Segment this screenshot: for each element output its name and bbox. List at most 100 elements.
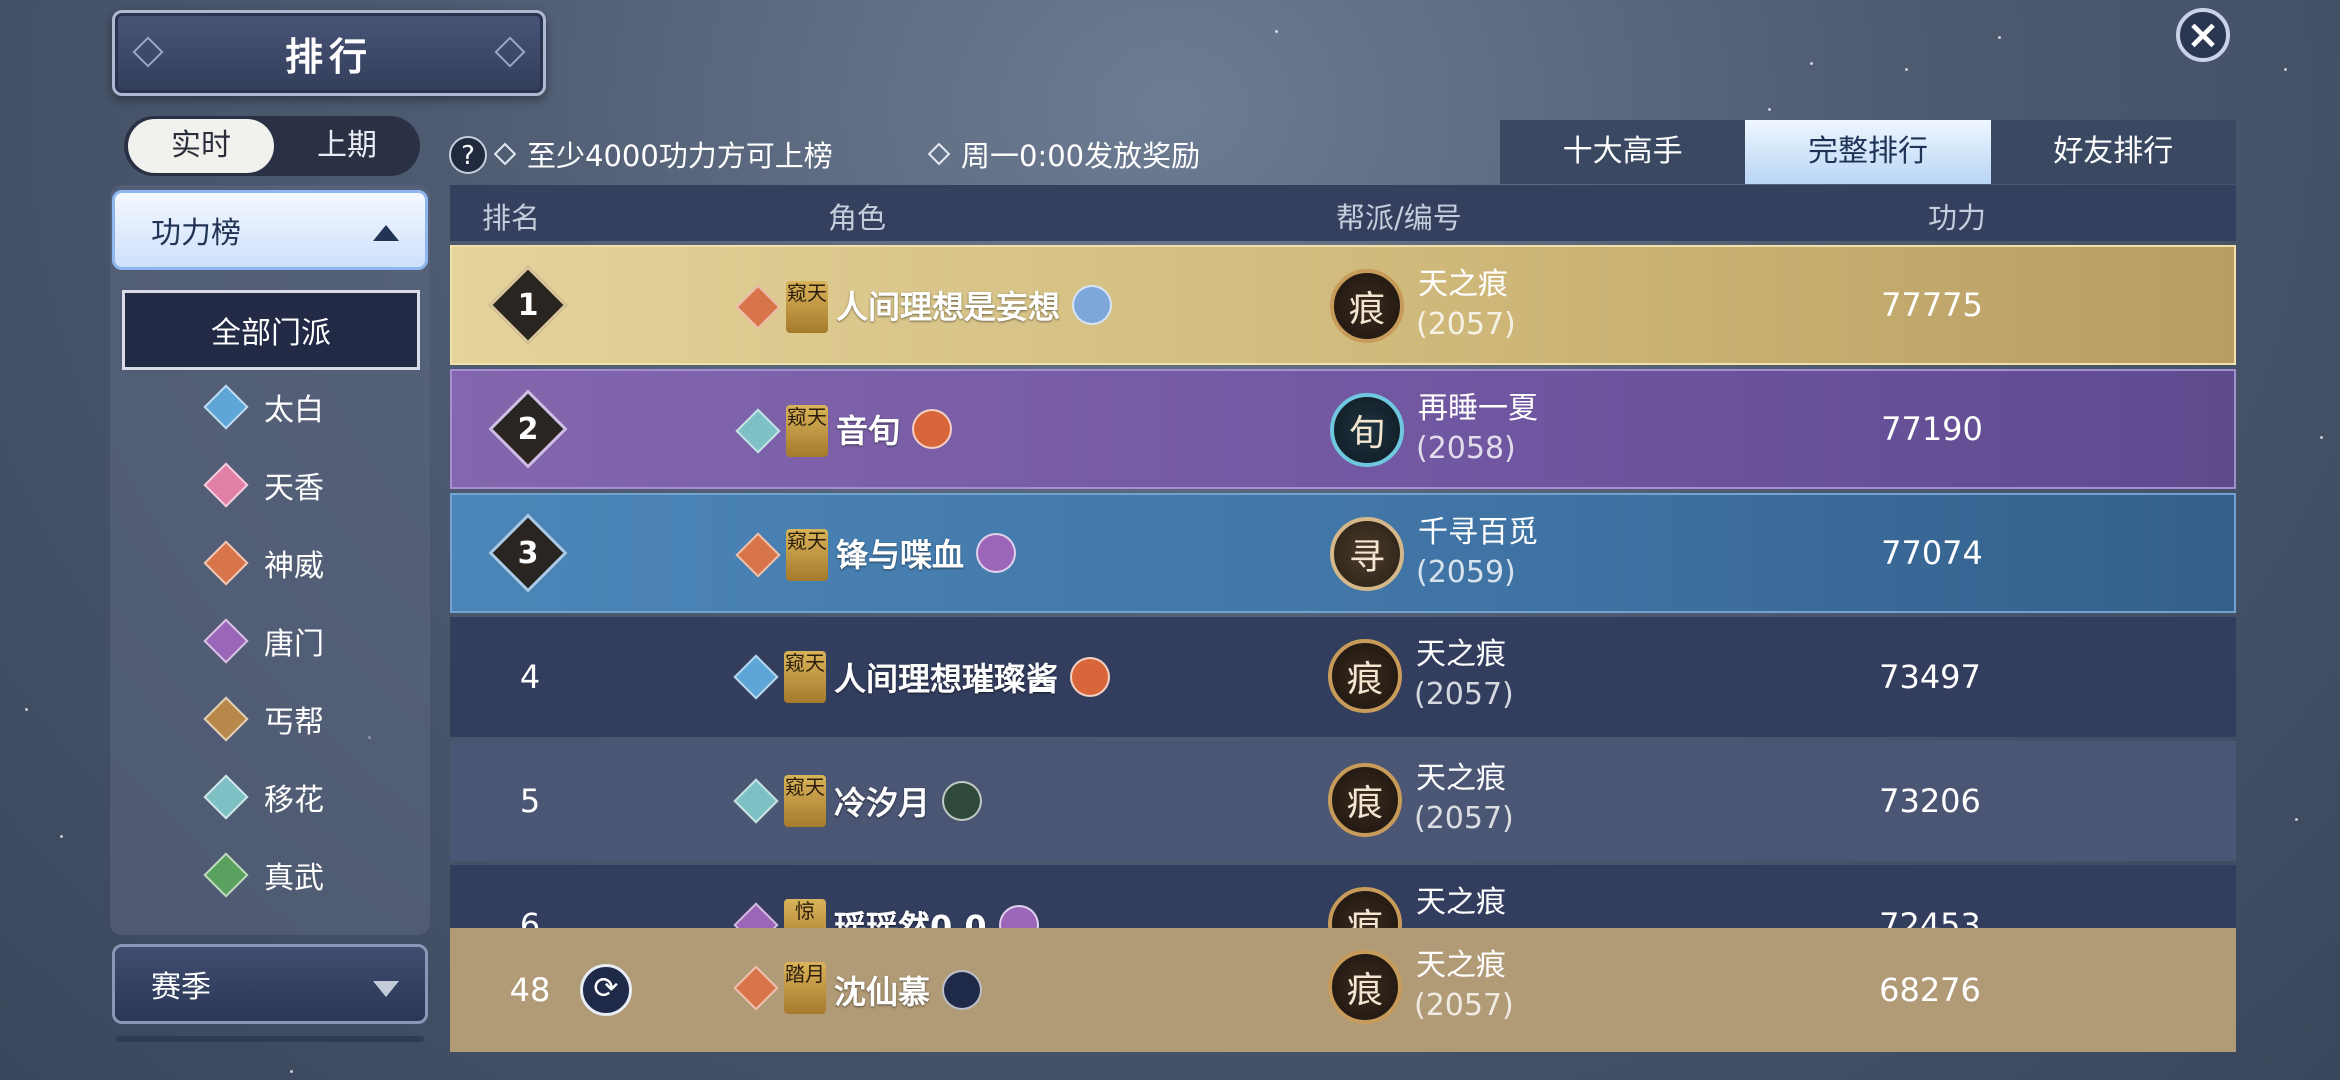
guild-emblem-icon: 痕 [1328, 950, 1402, 1024]
gaibang-sect-icon [203, 696, 249, 742]
header-power: 功力 [1928, 201, 1987, 235]
guild-emblem-icon: 痕 [1330, 269, 1404, 343]
power-value: 68276 [1879, 971, 1981, 1009]
refresh-button[interactable]: ⟳ [580, 964, 632, 1016]
taibai-sect-icon [203, 384, 249, 430]
toggle-option-last-period[interactable]: 上期 [274, 119, 420, 173]
player-name: 人间理想是妄想 [836, 288, 1061, 326]
tab-top-ten[interactable]: 十大高手 [1500, 120, 1746, 184]
season-dropdown[interactable]: 赛季 [112, 944, 428, 1024]
tier-badge: 窥天 [786, 281, 828, 333]
guild-emblem-icon: 痕 [1328, 763, 1402, 837]
close-button[interactable]: × [2176, 8, 2230, 62]
rank-number: 4 [519, 658, 541, 696]
sect-filter-zhenwu[interactable]: 真武 [203, 850, 324, 900]
sect-filter-tangmen[interactable]: 唐门 [203, 616, 324, 666]
power-value: 77190 [1881, 410, 1983, 448]
sect-filter-taibai[interactable]: 太白 [203, 382, 324, 432]
server-number: (2059) [1416, 555, 1516, 590]
tier-badge: 窥天 [786, 405, 828, 457]
player-name-cell: 沈仙慕 [834, 928, 983, 1052]
player-name-cell: 音旬 [836, 371, 953, 487]
zhenwu-sect-icon [203, 852, 249, 898]
sect-filter-yihua[interactable]: 移花 [203, 772, 324, 822]
tier-badge: 窥天 [784, 651, 826, 703]
guild-name: 天之痕 [1418, 267, 1508, 302]
sect-icon [733, 902, 779, 930]
board-dropdown[interactable]: 功力榜 [112, 190, 428, 270]
tab-full-ranking[interactable]: 完整排行 [1745, 120, 1991, 184]
sect-icon [733, 778, 779, 824]
table-row[interactable]: 3 窥天 锋与喋血 寻 千寻百觅 (2059) 77074 [450, 493, 2236, 613]
shenwei-sect-icon [203, 540, 249, 586]
ranking-tabs: 十大高手 完整排行 好友排行 [1500, 120, 2236, 184]
power-value: 73206 [1879, 782, 1981, 820]
ornament-icon [132, 36, 164, 68]
my-rank-row: 48 ⟳ 踏月 沈仙慕 痕 天之痕 (2057) 68276 [450, 928, 2236, 1052]
title-badge-icon [942, 781, 983, 821]
sect-filter-all[interactable]: 全部门派 [122, 290, 420, 370]
sect-label: 神威 [264, 549, 324, 584]
header-guild: 帮派/编号 [1336, 201, 1462, 235]
help-icon[interactable]: ? [449, 136, 487, 174]
guild-name: 天之痕 [1416, 885, 1506, 920]
power-value: 77775 [1881, 286, 1983, 324]
guild-emblem-icon: 痕 [1328, 639, 1402, 713]
page-title: 排行 [284, 34, 373, 79]
power-value: 77074 [1881, 534, 1983, 572]
header-role: 角色 [828, 201, 887, 235]
server-number: (2058) [1416, 431, 1516, 466]
guild-name: 天之痕 [1416, 948, 1506, 983]
table-row[interactable]: 2 窥天 音旬 旬 再睡一夏 (2058) 77190 [450, 369, 2236, 489]
tier-badge: 窥天 [784, 775, 826, 827]
player-name-cell: 冷汐月 [834, 741, 983, 861]
guild-name: 天之痕 [1416, 761, 1506, 796]
player-name-cell: 瑶瑶然0.0 [834, 865, 1039, 930]
player-name: 瑶瑶然0.0 [834, 908, 987, 930]
player-name: 锋与喋血 [836, 536, 965, 574]
sect-icon [735, 532, 781, 578]
title-badge-icon [912, 409, 953, 449]
guild-emblem-icon: 痕 [1328, 887, 1402, 930]
table-row[interactable]: 4 窥天 人间理想璀璨酱 痕 天之痕 (2057) 73497 [450, 617, 2236, 737]
guild-name: 天之痕 [1416, 637, 1506, 672]
panel-divider [116, 1036, 424, 1042]
guild-name: 再睡一夏 [1418, 391, 1538, 426]
yihua-sect-icon [203, 774, 249, 820]
table-header: 排名 角色 帮派/编号 功力 [450, 185, 2236, 241]
power-value: 73497 [1879, 658, 1981, 696]
sect-label: 天香 [264, 471, 324, 506]
sect-filter-tianxiang[interactable]: 天香 [203, 460, 324, 510]
table-row[interactable]: 6 惊 瑶瑶然0.0 痕 天之痕 72453 [450, 865, 2236, 930]
sect-filter-all-label: 全部门派 [211, 316, 331, 351]
tier-badge: 惊 [784, 899, 826, 930]
title-badge-icon [942, 970, 983, 1010]
toggle-option-realtime[interactable]: 实时 [128, 119, 274, 173]
power-value: 72453 [1879, 906, 1981, 930]
server-number: (2057) [1414, 988, 1514, 1023]
rank-number: 5 [519, 782, 541, 820]
close-icon: × [2186, 12, 2220, 58]
table-row[interactable]: 1 窥天 人间理想是妄想 痕 天之痕 (2057) 77775 [450, 245, 2236, 365]
sect-filter-shenwei[interactable]: 神威 [203, 538, 324, 588]
board-label: 功力榜 [151, 216, 241, 251]
title-badge-icon [1072, 285, 1113, 325]
player-name-cell: 人间理想是妄想 [836, 247, 1113, 363]
bullet-icon [927, 142, 951, 166]
min-power-text: 至少4000功力方可上榜 [527, 139, 833, 173]
server-number: (2057) [1414, 801, 1514, 836]
player-name: 人间理想璀璨酱 [834, 660, 1059, 698]
server-number: (2057) [1414, 677, 1514, 712]
chevron-down-icon [373, 981, 399, 997]
sect-filter-gaibang[interactable]: 丐帮 [203, 694, 324, 744]
period-toggle[interactable]: 实时 上期 [124, 116, 420, 176]
title-badge-icon [976, 533, 1017, 573]
tier-badge: 窥天 [786, 529, 828, 581]
tangmen-sect-icon [203, 618, 249, 664]
player-name-cell: 人间理想璀璨酱 [834, 617, 1111, 737]
tab-friends-ranking[interactable]: 好友排行 [1990, 120, 2236, 184]
sect-label: 真武 [264, 861, 324, 896]
help-glyph: ? [461, 141, 475, 171]
table-row[interactable]: 5 窥天 冷汐月 痕 天之痕 (2057) 73206 [450, 741, 2236, 861]
bullet-icon [493, 142, 517, 166]
